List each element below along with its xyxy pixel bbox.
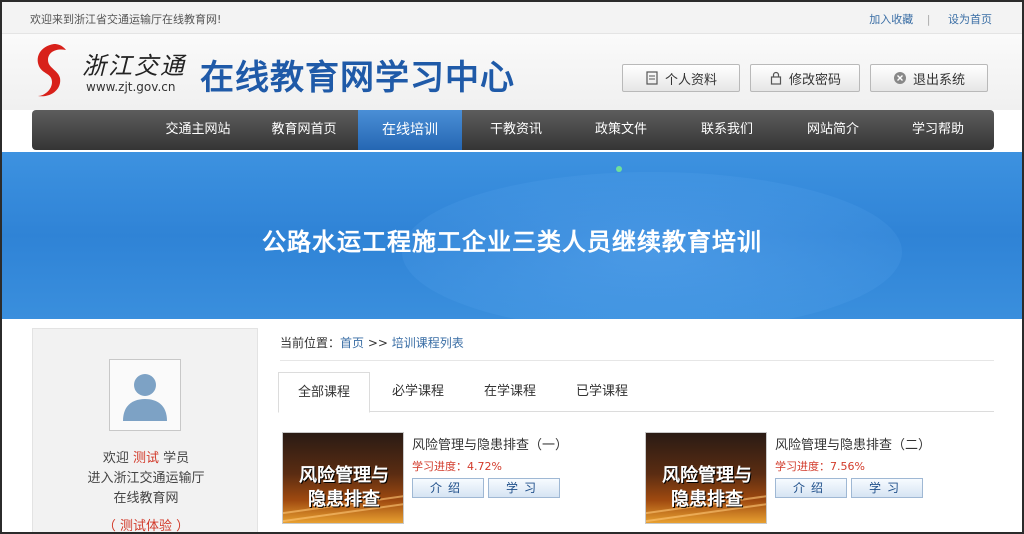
course-tabs: 全部课程 必学课程 在学课程 已学课程	[278, 372, 994, 413]
breadcrumb-divider	[280, 360, 994, 361]
site-title: 在线教育网学习中心	[200, 58, 515, 98]
logout-label: 退出系统	[912, 72, 965, 88]
course-progress: 学习进度：4.72%	[412, 460, 502, 473]
nav-item-cadre-news[interactable]: 干教资讯	[466, 110, 566, 150]
course-study-button[interactable]: 学习	[488, 478, 560, 498]
breadcrumb-home-link[interactable]: 首页	[340, 336, 364, 350]
user-name: 测试	[132, 451, 159, 466]
course-thumbnail[interactable]: 风险管理与 隐患排查	[645, 432, 767, 524]
breadcrumb: 当前位置：首页 >> 培训课程列表	[280, 334, 464, 351]
user-avatar-icon	[123, 374, 167, 421]
lock-icon	[769, 71, 783, 85]
set-homepage-link[interactable]: 设为首页	[948, 13, 992, 26]
change-password-label: 修改密码	[788, 72, 841, 88]
nav-item-help[interactable]: 学习帮助	[888, 110, 988, 150]
avatar	[109, 359, 181, 431]
hero-banner: 公路水运工程施工企业三类人员继续教育培训	[2, 152, 1022, 319]
thumb-title-line-2: 隐患排查	[671, 489, 743, 510]
change-password-button[interactable]: 修改密码	[750, 64, 860, 92]
sidebar-line-2: 进入浙江交通运输厅	[87, 471, 205, 486]
logo-mark-icon	[37, 44, 66, 97]
course-study-button[interactable]: 学习	[851, 478, 923, 498]
breadcrumb-current[interactable]: 培训课程列表	[392, 336, 464, 350]
logout-button[interactable]: 退出系统	[870, 64, 988, 92]
tab-in-progress-courses[interactable]: 在学课程	[470, 372, 550, 412]
banner-title: 公路水运工程施工企业三类人员继续教育培训	[262, 228, 762, 256]
nav-item-contact[interactable]: 联系我们	[677, 110, 777, 150]
nav-item-edu-home[interactable]: 教育网首页	[254, 110, 354, 150]
welcome-prefix: 欢迎	[102, 451, 129, 466]
profile-button-label: 个人资料	[664, 72, 717, 88]
welcome-suffix: 学员	[163, 451, 190, 466]
close-circle-icon	[893, 71, 907, 85]
nav-item-online-training[interactable]: 在线培训	[358, 110, 462, 150]
course-title[interactable]: 风险管理与隐患排查（一）	[412, 434, 568, 453]
main-nav: 交通主网站 教育网首页 在线培训 干教资讯 政策文件 联系我们 网站简介 学习帮…	[32, 110, 994, 150]
add-favorite-link[interactable]: 加入收藏	[869, 13, 913, 26]
site-header: 浙江交通 www.zjt.gov.cn 在线教育网学习中心 个人资料 修改密码 …	[2, 34, 1022, 110]
top-links: 加入收藏 | 设为首页	[865, 11, 992, 27]
course-intro-button[interactable]: 介绍	[412, 478, 484, 498]
sidebar-welcome-line: 欢迎 测试 学员	[33, 447, 259, 466]
tab-required-courses[interactable]: 必学课程	[378, 372, 458, 412]
tab-completed-courses[interactable]: 已学课程	[562, 372, 642, 412]
course-card: 风险管理与 隐患排查 风险管理与隐患排查（一） 学习进度：4.72% 介绍 学习	[282, 432, 622, 532]
nav-item-about[interactable]: 网站简介	[783, 110, 883, 150]
breadcrumb-separator: >>	[367, 336, 388, 350]
logo-url: www.zjt.gov.cn	[86, 80, 176, 94]
trial-link[interactable]: （ 测试体验 ）	[33, 515, 259, 532]
user-sidebar: 欢迎 测试 学员 进入浙江交通运输厅 在线教育网 （ 测试体验 ）	[32, 328, 259, 532]
thumb-title-line-1: 风险管理与	[662, 465, 752, 486]
thumb-title-line-1: 风险管理与	[299, 465, 389, 486]
document-icon	[645, 71, 659, 85]
welcome-message: 欢迎来到浙江省交通运输厅在线教育网!	[30, 13, 222, 26]
course-progress: 学习进度：7.56%	[775, 460, 865, 473]
thumb-title-line-2: 隐患排查	[308, 489, 380, 510]
course-intro-button[interactable]: 介绍	[775, 478, 847, 498]
course-title[interactable]: 风险管理与隐患排查（二）	[775, 434, 931, 453]
course-card: 风险管理与 隐患排查 风险管理与隐患排查（二） 学习进度：7.56% 介绍 学习	[645, 432, 985, 532]
profile-button[interactable]: 个人资料	[622, 64, 740, 92]
logo-text: 浙江交通	[82, 52, 186, 80]
tab-all-courses[interactable]: 全部课程	[278, 372, 370, 413]
nav-item-policy[interactable]: 政策文件	[571, 110, 671, 150]
sidebar-line-3: 在线教育网	[113, 491, 179, 506]
nav-item-main-site[interactable]: 交通主网站	[148, 110, 248, 150]
course-thumbnail[interactable]: 风险管理与 隐患排查	[282, 432, 404, 524]
page-frame: 欢迎来到浙江省交通运输厅在线教育网! 加入收藏 | 设为首页 浙江交通 www.…	[0, 0, 1024, 534]
top-bar: 欢迎来到浙江省交通运输厅在线教育网! 加入收藏 | 设为首页	[2, 2, 1022, 34]
top-links-separator: |	[926, 13, 931, 26]
breadcrumb-prefix: 当前位置：	[280, 336, 341, 350]
banner-dot	[616, 166, 622, 172]
